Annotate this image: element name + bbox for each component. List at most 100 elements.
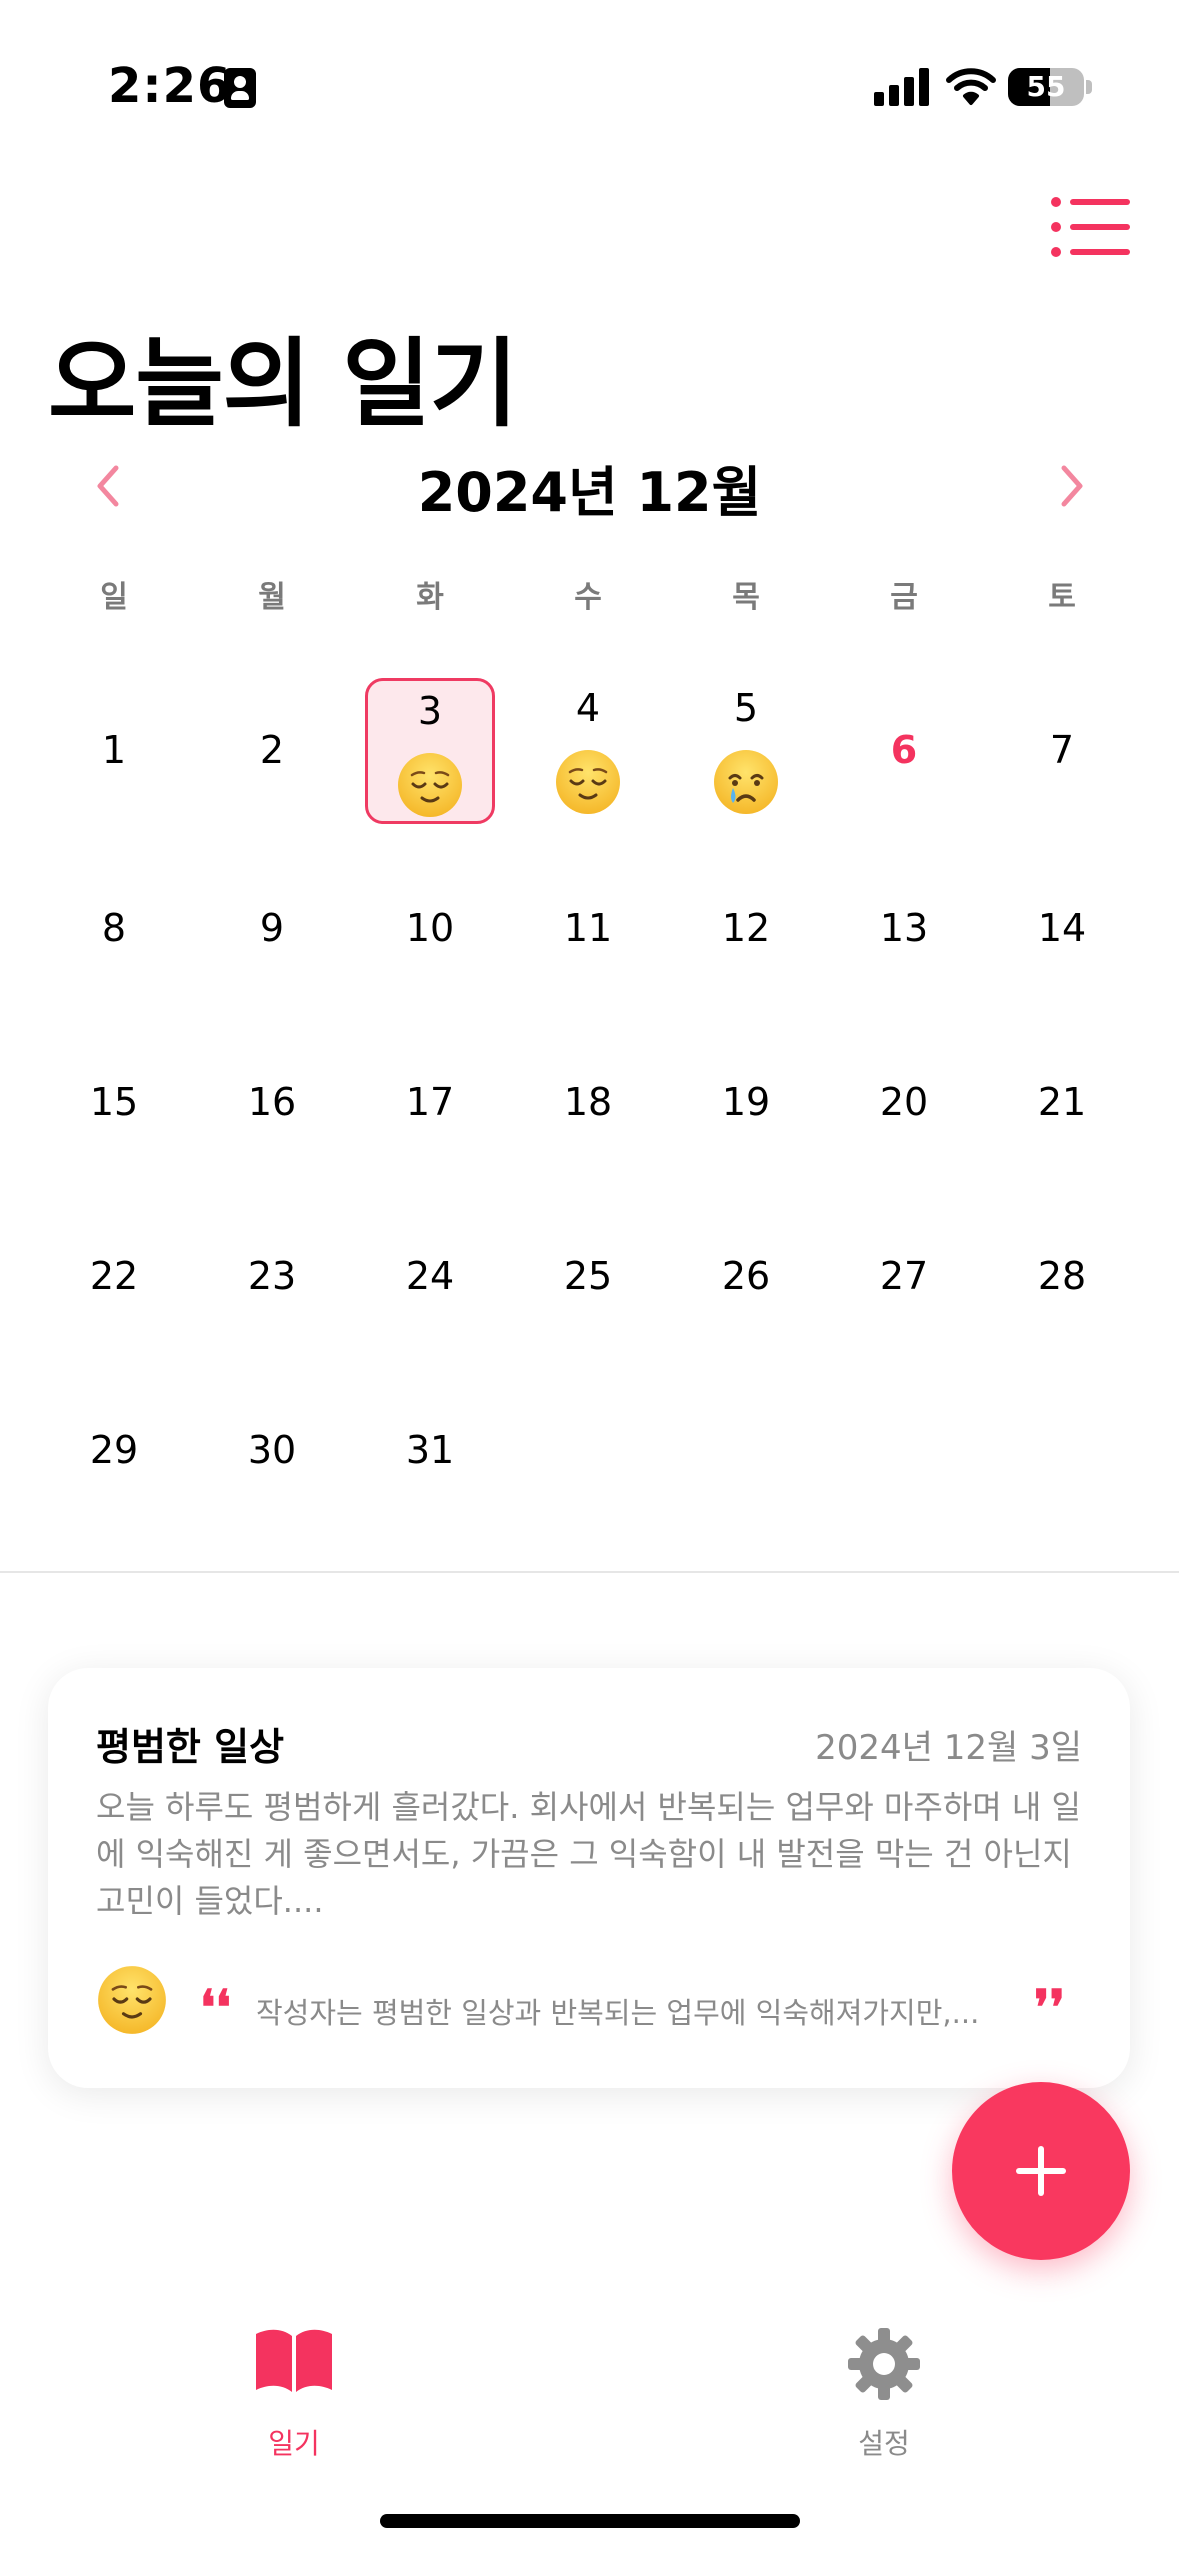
diary-entry-card[interactable]: 평범한 일상 2024년 12월 3일 오늘 하루도 평범하게 흘러갔다. 회사… [48, 1668, 1130, 2088]
weekday-mon: 월 [258, 580, 286, 615]
day-cell-31[interactable]: 31 [365, 1378, 495, 1524]
day-number: 11 [563, 906, 613, 950]
book-icon [256, 2329, 332, 2392]
day-number: 25 [563, 1254, 613, 1298]
day-cell-2[interactable]: 2 [207, 678, 337, 824]
relieved-face-icon [554, 748, 622, 820]
list-view-button[interactable] [1050, 196, 1130, 258]
day-number: 2 [259, 728, 285, 772]
weekday-header: 일 월 화 수 목 금 토 [0, 572, 1179, 622]
battery-icon: 55 [1008, 68, 1084, 106]
day-number: 9 [259, 906, 285, 950]
relieved-face-icon [396, 751, 464, 823]
day-cell-7[interactable]: 7 [997, 678, 1127, 824]
day-cell-8[interactable]: 8 [49, 856, 179, 1002]
day-number: 24 [405, 1254, 455, 1298]
cellular-signal-icon [874, 68, 930, 106]
day-number: 28 [1037, 1254, 1087, 1298]
weekday-thu: 목 [732, 580, 760, 615]
day-number: 7 [1049, 728, 1075, 772]
divider [0, 1571, 1179, 1573]
battery-percent: 55 [1026, 70, 1066, 103]
day-cell-23[interactable]: 23 [207, 1204, 337, 1350]
weekday-sun: 일 [100, 580, 128, 615]
day-cell-9[interactable]: 9 [207, 856, 337, 1002]
day-number: 19 [721, 1080, 771, 1124]
wifi-icon [946, 68, 996, 105]
day-number: 21 [1037, 1080, 1087, 1124]
page-title: 오늘의 일기 [48, 328, 518, 440]
day-number: 4 [575, 686, 601, 730]
day-cell-22[interactable]: 22 [49, 1204, 179, 1350]
entry-title: 평범한 일상 [96, 1725, 285, 1769]
weekday-wed: 수 [574, 580, 602, 615]
day-cell-27[interactable]: 27 [839, 1204, 969, 1350]
day-cell-5[interactable]: 5 [681, 678, 811, 824]
quote-close-icon: ❜❜ [1034, 1980, 1065, 2036]
day-number: 10 [405, 906, 455, 950]
day-cell-10[interactable]: 10 [365, 856, 495, 1002]
day-number: 26 [721, 1254, 771, 1298]
entry-summary: 작성자는 평범한 일상과 반복되는 업무에 익숙해져가지만,... [256, 1996, 980, 2030]
quote-open-icon: ❛❛ [200, 1980, 231, 2036]
day-number: 13 [879, 906, 929, 950]
tab-settings[interactable]: 설정 [794, 2318, 974, 2460]
day-number: 31 [405, 1428, 455, 1472]
day-cell-4[interactable]: 4 [523, 678, 653, 824]
day-cell-19[interactable]: 19 [681, 1030, 811, 1176]
relieved-face-icon [96, 1964, 168, 2040]
day-number: 12 [721, 906, 771, 950]
day-cell-21[interactable]: 21 [997, 1030, 1127, 1176]
day-number: 3 [417, 689, 443, 733]
day-cell-3[interactable]: 3 [365, 678, 495, 824]
day-number: 1 [101, 728, 127, 772]
tab-settings-label: 설정 [858, 2427, 910, 2460]
day-cell-15[interactable]: 15 [49, 1030, 179, 1176]
gear-icon [848, 2328, 920, 2400]
day-cell-26[interactable]: 26 [681, 1204, 811, 1350]
day-cell-14[interactable]: 14 [997, 856, 1127, 1002]
day-number: 23 [247, 1254, 297, 1298]
entry-date: 2024년 12월 3일 [815, 1728, 1082, 1768]
entry-body: 오늘 하루도 평범하게 흘러갔다. 회사에서 반복되는 업무와 마주하며 내 일… [96, 1788, 1081, 1920]
day-cell-1[interactable]: 1 [49, 678, 179, 824]
day-cell-18[interactable]: 18 [523, 1030, 653, 1176]
day-number: 16 [247, 1080, 297, 1124]
day-cell-20[interactable]: 20 [839, 1030, 969, 1176]
day-number: 22 [89, 1254, 139, 1298]
day-number: 14 [1037, 906, 1087, 950]
day-number: 30 [247, 1428, 297, 1472]
day-number: 27 [879, 1254, 929, 1298]
day-cell-13[interactable]: 13 [839, 856, 969, 1002]
weekday-tue: 화 [416, 580, 444, 615]
tab-diary-label: 일기 [268, 2427, 320, 2460]
day-cell-6[interactable]: 6 [839, 678, 969, 824]
day-cell-12[interactable]: 12 [681, 856, 811, 1002]
weekday-fri: 금 [890, 580, 918, 615]
day-number: 15 [89, 1080, 139, 1124]
day-cell-24[interactable]: 24 [365, 1204, 495, 1350]
day-number: 18 [563, 1080, 613, 1124]
day-number: 8 [101, 906, 127, 950]
day-cell-30[interactable]: 30 [207, 1378, 337, 1524]
diary-screen: 2:26 55 오늘의 일기 2024년 12월 일 월 화 수 목 금 토 1… [0, 0, 1179, 2556]
next-month-button[interactable] [1040, 456, 1100, 516]
day-cell-17[interactable]: 17 [365, 1030, 495, 1176]
day-cell-28[interactable]: 28 [997, 1204, 1127, 1350]
contact-card-icon [224, 68, 256, 108]
status-time: 2:26 [108, 58, 232, 114]
add-entry-button[interactable] [952, 2082, 1130, 2260]
day-number: 20 [879, 1080, 929, 1124]
crying-face-icon [712, 748, 780, 820]
day-cell-25[interactable]: 25 [523, 1204, 653, 1350]
day-cell-11[interactable]: 11 [523, 856, 653, 1002]
day-cell-16[interactable]: 16 [207, 1030, 337, 1176]
day-number: 29 [89, 1428, 139, 1472]
tab-diary[interactable]: 일기 [204, 2318, 384, 2460]
day-number: 17 [405, 1080, 455, 1124]
day-cell-29[interactable]: 29 [49, 1378, 179, 1524]
home-indicator [380, 2514, 800, 2528]
battery-nub [1086, 80, 1092, 94]
day-number: 6 [890, 728, 918, 772]
weekday-sat: 토 [1048, 580, 1076, 615]
